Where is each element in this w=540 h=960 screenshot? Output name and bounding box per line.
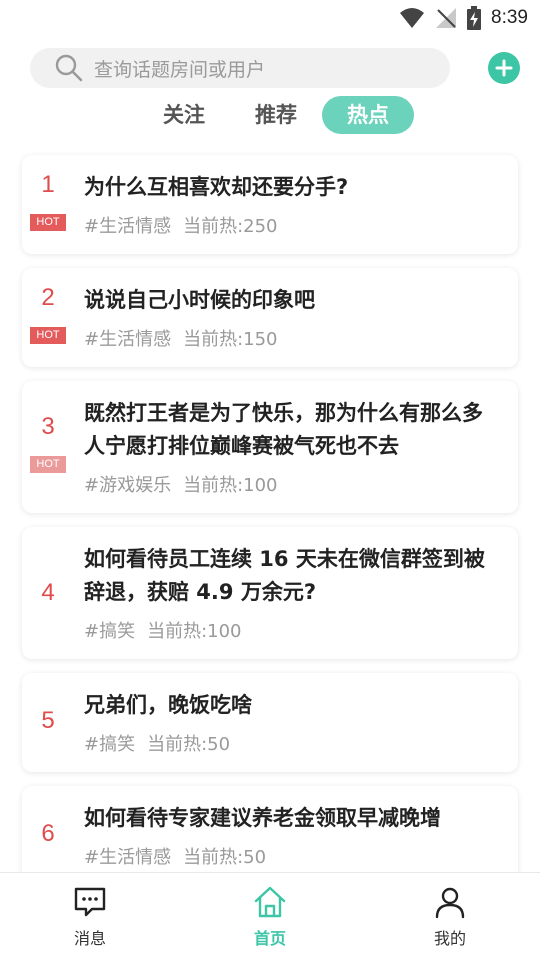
topic-heat: 当前热:100: [183, 475, 278, 496]
topic-heat: 当前热:150: [183, 329, 278, 350]
user-icon: [435, 887, 465, 918]
topic-tag[interactable]: #搞笑: [84, 617, 135, 643]
topic-tag[interactable]: #生活情感: [84, 843, 171, 869]
status-bar: 8:39: [0, 0, 540, 36]
topic-title: 说说自己小时候的印象吧: [84, 288, 315, 312]
rank-number: 4: [41, 579, 55, 606]
topic-heat: 当前热:100: [147, 621, 242, 642]
nav-profile[interactable]: 我的: [390, 885, 510, 949]
hot-badge: HOT: [30, 214, 66, 231]
status-time: 8:39: [491, 7, 528, 28]
topic-tag[interactable]: #生活情感: [84, 325, 171, 351]
topic-title: 为什么互相喜欢却还要分手?: [84, 175, 349, 199]
topic-title: 如何看待专家建议养老金领取早减晚增: [84, 806, 441, 830]
home-icon: [254, 886, 286, 917]
rank-number: 2: [41, 284, 55, 311]
topic-meta: #游戏娱乐 当前热:100: [84, 471, 502, 497]
topic-meta: #搞笑 当前热:100: [84, 617, 502, 643]
tab-bar: 关注 推荐 热点: [138, 96, 414, 134]
search-row: 查询话题房间或用户: [30, 48, 520, 88]
hot-badge: HOT: [30, 327, 66, 344]
topic-tag[interactable]: #生活情感: [84, 212, 171, 238]
nav-home[interactable]: 首页: [210, 885, 330, 949]
topic-tag[interactable]: #搞笑: [84, 730, 135, 756]
hot-badge: HOT: [30, 456, 66, 473]
battery-charging-icon: [467, 6, 482, 30]
tab-follow[interactable]: 关注: [138, 96, 230, 134]
topic-card[interactable]: 3 HOT 既然打王者是为了快乐，那为什么有那么多人宁愿打排位巅峰赛被气死也不去…: [22, 381, 518, 513]
status-icons: 8:39: [399, 6, 528, 30]
bottom-nav: 消息 首页 我的: [0, 872, 540, 960]
topic-title: 如何看待员工连续 16 天未在微信群签到被辞退，获赔 4.9 万余元?: [84, 547, 485, 604]
nav-label: 我的: [433, 928, 466, 948]
topic-meta: #搞笑 当前热:50: [84, 730, 502, 756]
topic-title: 兄弟们，晚饭吃啥: [84, 693, 252, 717]
nav-messages[interactable]: 消息: [30, 885, 150, 949]
tab-recommend[interactable]: 推荐: [230, 96, 322, 134]
rank-number: 6: [41, 820, 55, 847]
topic-card[interactable]: 4 如何看待员工连续 16 天未在微信群签到被辞退，获赔 4.9 万余元? #搞…: [22, 527, 518, 659]
search-icon: [55, 54, 83, 82]
topic-card[interactable]: 1 HOT 为什么互相喜欢却还要分手? #生活情感 当前热:250: [22, 155, 518, 254]
topic-card[interactable]: 2 HOT 说说自己小时候的印象吧 #生活情感 当前热:150: [22, 268, 518, 367]
plus-icon: [495, 59, 513, 77]
topic-meta: #生活情感 当前热:150: [84, 325, 502, 351]
topic-meta: #生活情感 当前热:50: [84, 843, 502, 869]
rank-number: 3: [41, 413, 55, 440]
wifi-icon: [400, 8, 425, 28]
rank-number: 1: [41, 171, 55, 198]
topic-heat: 当前热:250: [183, 216, 278, 237]
nav-label: 首页: [253, 928, 286, 948]
topic-meta: #生活情感 当前热:250: [84, 212, 502, 238]
rank-number: 5: [41, 707, 55, 734]
topic-heat: 当前热:50: [183, 847, 267, 868]
topic-tag[interactable]: #游戏娱乐: [84, 471, 171, 497]
tab-hot[interactable]: 热点: [322, 96, 414, 134]
topic-card[interactable]: 6 如何看待专家建议养老金领取早减晚增 #生活情感 当前热:50: [22, 786, 518, 885]
topic-card[interactable]: 5 兄弟们，晚饭吃啥 #搞笑 当前热:50: [22, 673, 518, 772]
message-icon: [74, 887, 106, 916]
no-signal-icon: [436, 8, 457, 28]
hot-topic-list: 1 HOT 为什么互相喜欢却还要分手? #生活情感 当前热:250 2 HOT …: [22, 155, 518, 899]
search-placeholder: 查询话题房间或用户: [94, 58, 266, 81]
topic-title: 既然打王者是为了快乐，那为什么有那么多人宁愿打排位巅峰赛被气死也不去: [84, 401, 483, 458]
topic-heat: 当前热:50: [147, 734, 231, 755]
add-button[interactable]: [488, 52, 520, 84]
nav-label: 消息: [73, 928, 106, 948]
search-input[interactable]: 查询话题房间或用户: [30, 48, 450, 88]
